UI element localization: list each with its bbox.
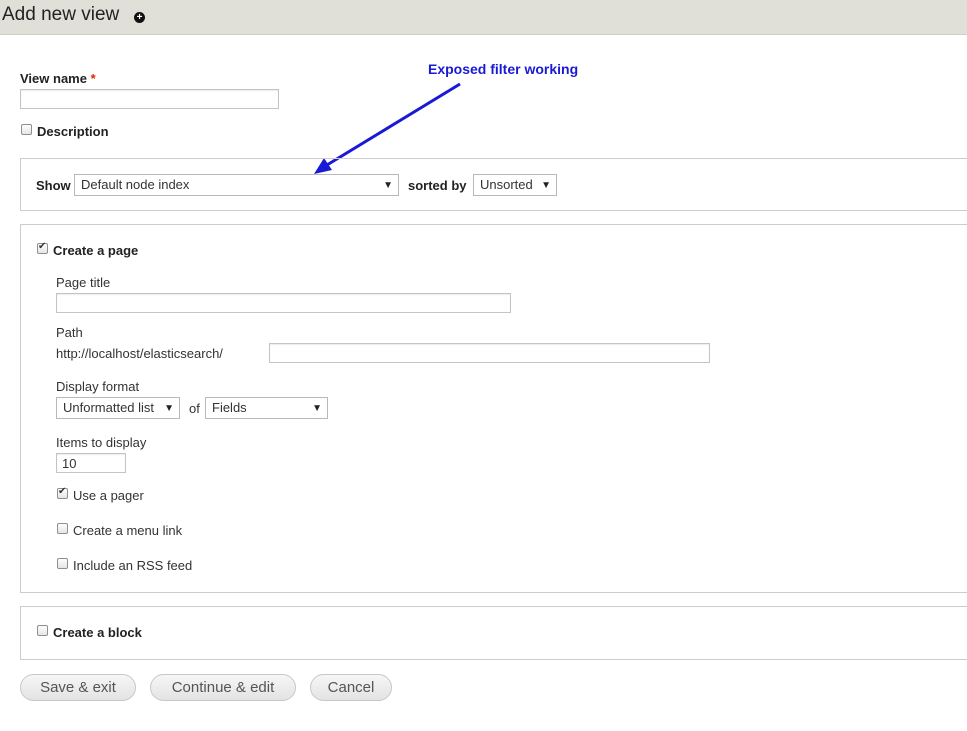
menu-link-checkbox[interactable] [57,523,68,534]
use-pager-label: Use a pager [73,488,144,503]
description-checkbox[interactable] [21,124,32,135]
show-label: Show [36,178,71,193]
row-style-select-value: Fields [212,400,247,415]
add-icon[interactable]: + [134,12,145,23]
menu-link-label: Create a menu link [73,523,183,538]
chevron-down-icon: ▼ [541,180,551,191]
continue-edit-button[interactable]: Continue & edit [150,674,296,701]
description-label: Description [37,124,109,139]
items-to-display-label: Items to display [56,435,147,450]
create-block-label: Create a block [53,625,142,640]
create-page-label: Create a page [53,243,139,258]
view-name-label-text: View name [20,71,87,86]
path-input[interactable] [269,343,710,363]
display-format-label: Display format [56,379,140,394]
view-name-label: View name * [20,71,96,86]
required-marker: * [90,71,96,86]
view-name-input[interactable] [20,89,279,109]
create-block-fieldset [20,606,967,660]
cancel-button[interactable]: Cancel [310,674,392,701]
sorted-by-label: sorted by [408,178,467,193]
annotation-text: Exposed filter working [428,61,579,77]
sorted-by-select-value: Unsorted [480,177,533,192]
rss-feed-label: Include an RSS feed [73,558,193,573]
items-to-display-input[interactable] [56,453,126,473]
show-select-value: Default node index [81,177,190,192]
chevron-down-icon: ▼ [164,403,174,414]
page-title: Add new view [2,4,120,25]
chevron-down-icon: ▼ [312,403,322,414]
sorted-by-select[interactable]: Unsorted ▼ [473,174,557,196]
of-label: of [189,401,200,416]
use-pager-checkbox[interactable] [57,486,68,499]
path-prefix: http://localhost/elasticsearch/ [56,346,223,361]
chevron-down-icon: ▼ [383,180,393,191]
page-title-input[interactable] [56,293,511,313]
display-format-select[interactable]: Unformatted list ▼ [56,397,180,419]
page-title-label: Page title [56,275,111,290]
save-exit-button[interactable]: Save & exit [20,674,136,701]
create-block-checkbox[interactable] [37,625,48,636]
create-page-checkbox[interactable] [37,241,48,254]
show-select[interactable]: Default node index ▼ [74,174,399,196]
row-style-select[interactable]: Fields ▼ [205,397,328,419]
path-label: Path [56,325,83,340]
rss-feed-checkbox[interactable] [57,558,68,569]
page-header: Add new view + [0,0,967,35]
display-format-select-value: Unformatted list [63,400,155,415]
